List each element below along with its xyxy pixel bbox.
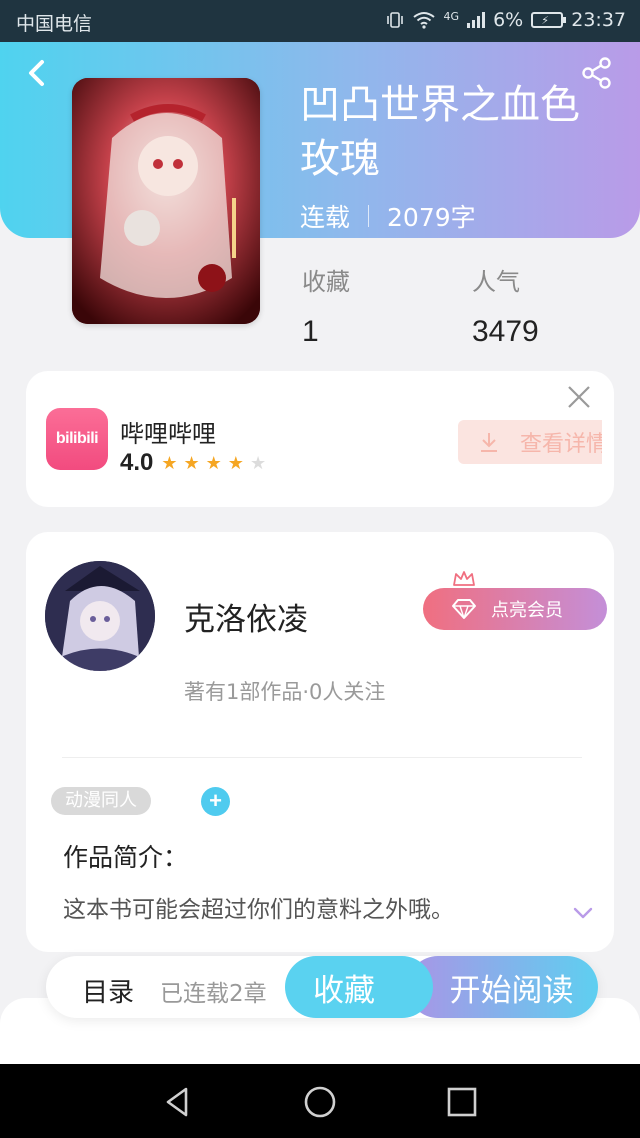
close-icon[interactable] xyxy=(566,384,592,410)
activate-vip-button[interactable]: 点亮会员 xyxy=(423,588,607,630)
signal-icon xyxy=(467,12,486,28)
table-of-contents-button[interactable]: 目录 xyxy=(82,972,134,1009)
word-count: 2079字 xyxy=(387,203,476,232)
popularity-label: 人气 xyxy=(472,268,520,296)
crown-icon xyxy=(453,571,475,586)
diamond-icon xyxy=(452,599,476,619)
ad-app-name: 哔哩哔哩 xyxy=(120,420,216,448)
author-name[interactable]: 克洛依凌 xyxy=(184,594,308,639)
star-icon: ★ xyxy=(161,452,178,474)
status-icons: 4G 6% ⚡ 23:37 xyxy=(386,9,626,31)
divider xyxy=(62,757,582,758)
start-reading-button[interactable]: 开始阅读 xyxy=(407,956,598,1018)
star-icon: ★ xyxy=(183,452,200,474)
serial-status: 连载 xyxy=(300,203,351,232)
vibrate-icon xyxy=(386,12,403,28)
download-icon xyxy=(481,433,497,452)
author-avatar[interactable] xyxy=(45,561,155,671)
book-title: 凹凸世界之血色玫瑰 xyxy=(300,82,580,182)
carrier-name: 中国电信 xyxy=(16,13,93,35)
favorites-label: 收藏 xyxy=(302,268,350,296)
star-empty-icon: ★ xyxy=(249,452,267,474)
chevron-down-icon[interactable] xyxy=(571,904,595,922)
nav-back-icon[interactable] xyxy=(160,1084,196,1120)
intro-heading: 作品简介： xyxy=(63,843,189,872)
clock: 23:37 xyxy=(571,9,626,31)
add-to-favorites-button[interactable]: 收藏 xyxy=(285,956,433,1018)
intro-text: 这本书可能会超过你们的意料之外哦。 xyxy=(63,897,454,923)
favorites-stat: 收藏 1 xyxy=(302,262,350,349)
ad-app-rating: 4.0 ★ ★ ★ ★ ★ xyxy=(120,449,266,477)
battery-icon: ⚡ xyxy=(531,12,567,28)
book-cover-image[interactable] xyxy=(72,78,260,324)
network-type: 4G xyxy=(443,10,460,23)
popularity-stat: 人气 3479 xyxy=(472,262,539,349)
nav-home-icon[interactable] xyxy=(302,1084,338,1120)
back-icon[interactable] xyxy=(24,58,50,88)
add-tag-button[interactable]: + xyxy=(201,787,230,816)
star-icon: ★ xyxy=(205,452,222,474)
nav-recents-icon[interactable] xyxy=(444,1084,480,1120)
chapter-count: 已连载2章 xyxy=(160,981,267,1007)
genre-tag[interactable]: 动漫同人 xyxy=(51,787,151,815)
popularity-value: 3479 xyxy=(472,315,539,348)
star-icon: ★ xyxy=(227,452,244,474)
system-nav-bar xyxy=(0,1064,640,1138)
rating-score: 4.0 xyxy=(120,449,154,476)
vip-label: 点亮会员 xyxy=(491,600,563,621)
ad-details-label: 查看详情 xyxy=(520,432,602,457)
ad-details-button-clip: 查看详情 xyxy=(458,420,602,464)
meta-divider xyxy=(368,205,370,227)
bilibili-app-icon[interactable]: bilibili xyxy=(46,408,108,470)
book-meta: 连载 2079字 xyxy=(300,198,476,234)
status-bar: 中国电信 4G 6% ⚡ 23:37 xyxy=(0,0,640,42)
battery-percent: 6% xyxy=(493,9,524,31)
ad-details-button[interactable]: 查看详情 xyxy=(458,420,602,464)
author-stats: 著有1部作品·0人关注 xyxy=(184,680,386,704)
rating-stars: ★ ★ ★ ★ ★ xyxy=(161,453,266,474)
wifi-icon xyxy=(412,12,435,29)
favorites-value: 1 xyxy=(302,315,319,348)
